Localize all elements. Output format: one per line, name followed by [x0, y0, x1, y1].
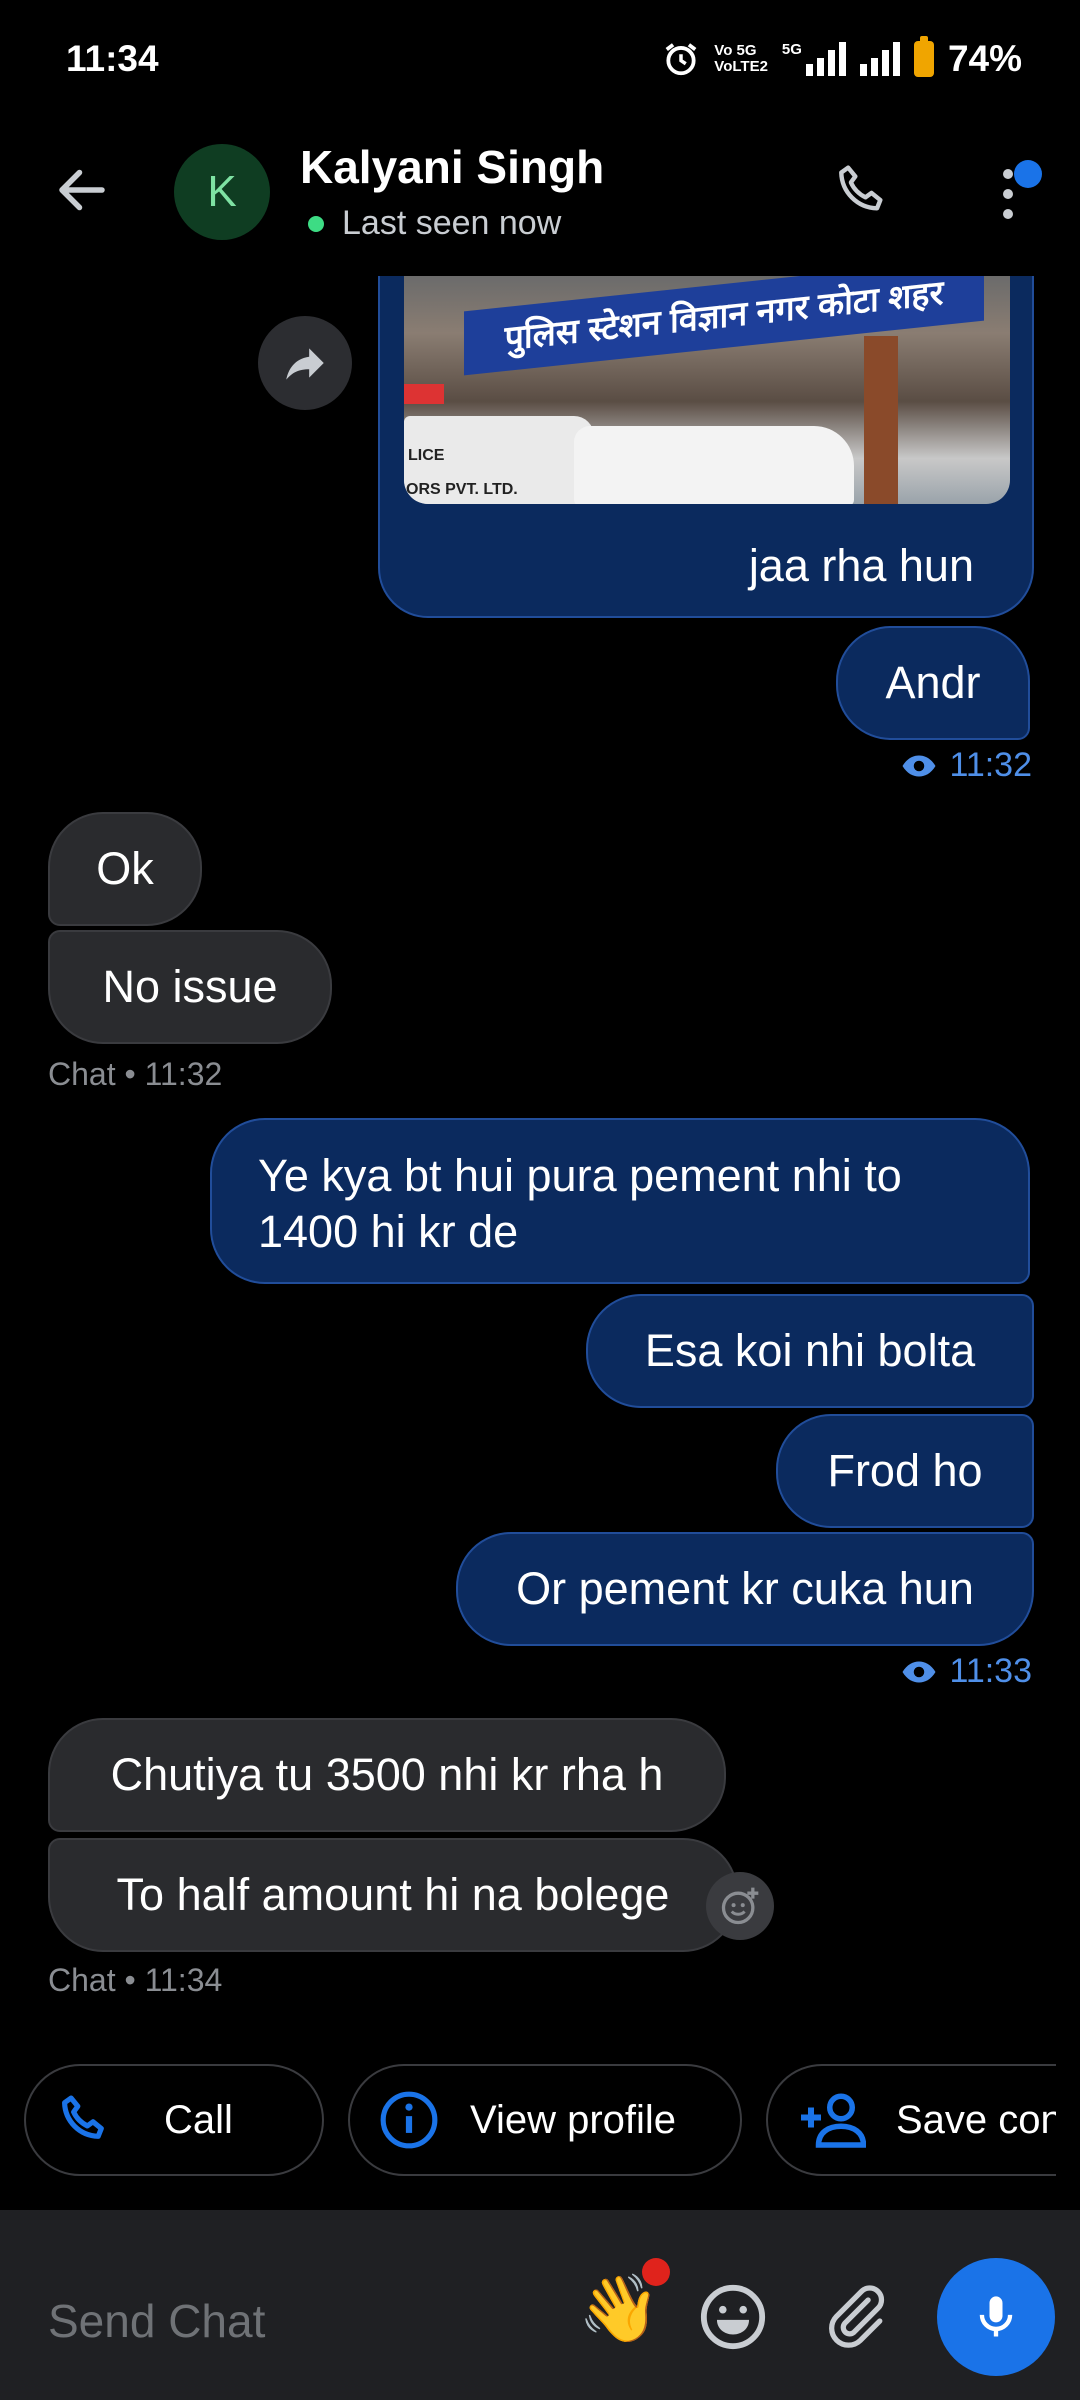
forward-icon [286, 348, 324, 380]
message-text: Or pement kr cuka hun [516, 1563, 974, 1614]
avatar[interactable]: K [174, 144, 270, 240]
attachment-icon[interactable] [820, 2278, 890, 2354]
call-label: Call [164, 2097, 233, 2142]
call-chip[interactable]: Call [24, 2064, 324, 2176]
image-message-bubble[interactable]: पुलिस स्टेशन विज्ञान नगर कोटा शहर LICE O… [378, 276, 1034, 618]
microphone-icon [979, 2296, 1013, 2337]
alarm-icon [665, 43, 697, 76]
online-dot-icon [308, 215, 324, 232]
message-bubble-outgoing[interactable]: Andr [836, 626, 1030, 740]
voice-record-button[interactable] [937, 2258, 1055, 2376]
more-menu-icon[interactable] [990, 150, 1050, 230]
chat-timestamp: Chat • 11:32 [48, 1056, 223, 1092]
message-bubble-incoming[interactable]: Chutiya tu 3500 nhi kr rha h [48, 1718, 726, 1832]
shared-photo[interactable]: पुलिस स्टेशन विज्ञान नगर कोटा शहर LICE O… [404, 276, 1010, 504]
battery-icon [913, 36, 934, 77]
message-bubble-incoming[interactable]: To half amount hi na bolege [48, 1838, 738, 1952]
message-bubble-outgoing[interactable]: Esa koi nhi bolta [586, 1294, 1034, 1408]
status-icons: Vo 5G VoLTE2 5G 74% [662, 36, 1022, 80]
notification-dot-icon [1014, 160, 1042, 188]
eye-icon [902, 755, 936, 776]
phone-icon[interactable] [830, 158, 896, 224]
last-seen-text: Last seen now [342, 204, 562, 242]
message-text: Ok [96, 843, 154, 894]
message-bubble-outgoing[interactable]: Or pement kr cuka hun [456, 1532, 1034, 1646]
message-bubble-outgoing[interactable]: Frod ho [776, 1414, 1034, 1528]
seen-time: 11:32 [949, 746, 1032, 784]
view-profile-chip[interactable]: View profile [348, 2064, 742, 2176]
clock: 11:34 [66, 38, 159, 79]
send-chat-input[interactable]: Send Chat [48, 2294, 265, 2348]
seen-time: 11:33 [949, 1652, 1032, 1690]
message-text: Andr [885, 657, 981, 708]
chat-timestamp: Chat • 11:34 [48, 1962, 223, 1998]
save-contact-label: Save con [896, 2097, 1056, 2142]
notification-dot-icon [642, 2258, 670, 2286]
message-text: To half amount hi na bolege [116, 1869, 670, 1920]
message-bubble-incoming[interactable]: Ok [48, 812, 202, 926]
message-text: No issue [102, 961, 278, 1012]
emoji-icon[interactable] [698, 2282, 768, 2352]
status-bar: 11:34 Vo 5G VoLTE2 5G 74% [0, 0, 1080, 120]
chat-input-bar: Send Chat 👋 [0, 2210, 1080, 2400]
add-contact-icon [801, 2093, 866, 2148]
seen-receipt: 11:32 [901, 746, 1032, 785]
volte-indicator: Vo 5G VoLTE2 [714, 42, 768, 75]
seen-receipt: 11:33 [901, 1652, 1032, 1691]
message-text: Frod ho [827, 1445, 983, 1496]
message-text: Ye kya bt hui pura pement nhi to 1400 hi… [258, 1150, 902, 1257]
image-caption: jaa rha hun [748, 540, 974, 591]
view-profile-label: View profile [470, 2097, 677, 2142]
add-reaction-icon [721, 1887, 759, 1925]
forward-button[interactable] [258, 316, 352, 410]
save-contact-chip[interactable]: Save con [766, 2064, 1056, 2176]
quick-actions: Call View profile Save con [0, 2060, 1056, 2190]
contact-name[interactable]: Kalyani Singh [300, 140, 604, 194]
signal-2-icon [859, 42, 900, 76]
signal-1-icon: 5G [782, 42, 846, 76]
back-arrow-icon[interactable] [52, 160, 112, 220]
car-text-2: ORS PVT. LTD. [406, 481, 518, 498]
phone-icon [62, 2095, 104, 2139]
presence-status: Last seen now [308, 204, 561, 243]
info-icon [380, 2091, 438, 2149]
police-station-sign: पुलिस स्टेशन विज्ञान नगर कोटा शहर [464, 276, 984, 376]
eye-icon [902, 1661, 936, 1682]
message-text: Chutiya tu 3500 nhi kr rha h [110, 1749, 664, 1800]
add-reaction-button[interactable] [706, 1872, 774, 1940]
message-bubble-incoming[interactable]: No issue [48, 930, 332, 1044]
message-text: Esa koi nhi bolta [644, 1325, 976, 1376]
message-bubble-outgoing[interactable]: Ye kya bt hui pura pement nhi to 1400 hi… [210, 1118, 1030, 1284]
battery-level: 74% [947, 38, 1022, 79]
